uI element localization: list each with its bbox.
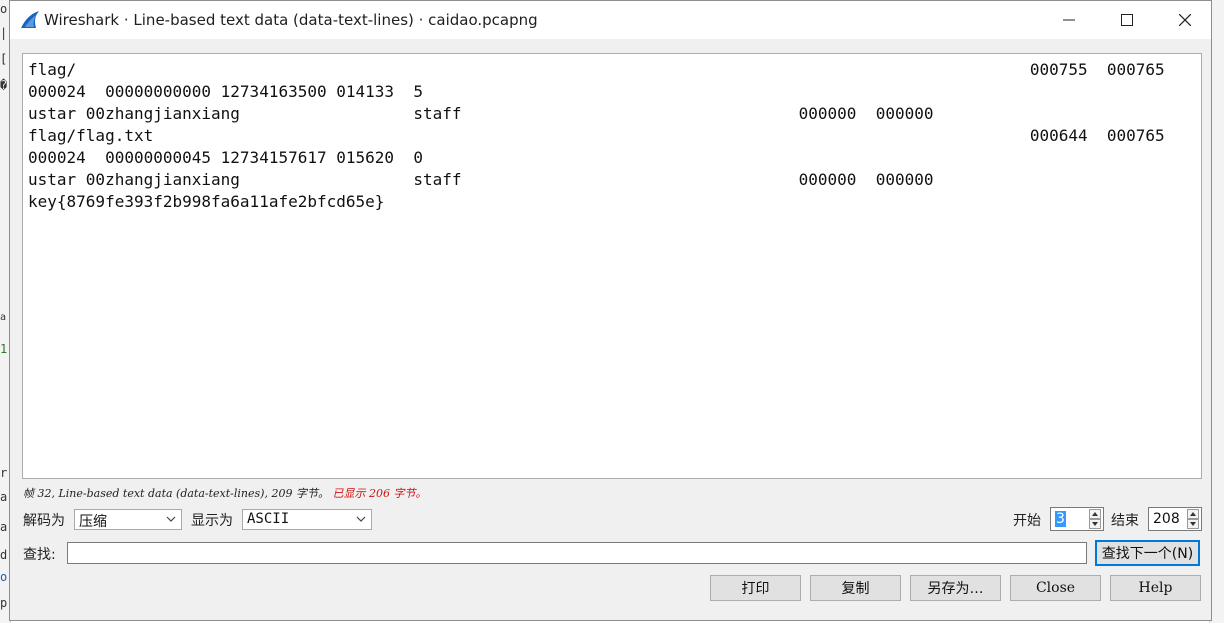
wireshark-fin-icon [21, 11, 39, 28]
start-spinbox[interactable]: 3 [1050, 507, 1104, 531]
find-next-button[interactable]: 查找下一个(N) [1095, 540, 1200, 566]
maximize-button[interactable] [1098, 1, 1156, 39]
window-title: Wireshark · Line-based text data (data-t… [44, 11, 538, 29]
help-button[interactable]: Help [1110, 575, 1201, 601]
close-button[interactable]: Close [1010, 575, 1101, 601]
end-increment-button[interactable] [1187, 509, 1199, 519]
arrow-down-icon [1190, 522, 1196, 526]
close-window-button[interactable] [1156, 1, 1214, 39]
end-spinbox[interactable]: 208 [1148, 507, 1202, 531]
minimize-icon [1063, 19, 1075, 21]
show-as-value: ASCII [247, 511, 290, 527]
status-line: 帧 32, Line-based text data (data-text-li… [23, 485, 426, 501]
find-input[interactable] [67, 542, 1087, 564]
status-shown-bytes: 已显示 206 字节。 [332, 487, 427, 500]
text-line: flag/ 000755 000765 [28, 60, 1165, 79]
text-line: ustar 00zhangjianxiang staff 000000 0000… [28, 104, 934, 123]
copy-button[interactable]: 复制 [810, 575, 901, 601]
decode-as-select[interactable]: 压缩 [74, 509, 182, 530]
end-value: 208 [1153, 511, 1180, 527]
end-label: 结束 [1111, 513, 1139, 529]
start-increment-button[interactable] [1089, 509, 1101, 519]
chevron-down-icon [166, 516, 176, 522]
close-icon [1179, 14, 1191, 26]
start-label: 开始 [1013, 513, 1041, 529]
start-decrement-button[interactable] [1089, 519, 1101, 529]
title-bar: Wireshark · Line-based text data (data-t… [10, 1, 1211, 39]
text-data-view[interactable]: flag/ 000755 000765 000024 00000000000 1… [22, 53, 1202, 479]
arrow-down-icon [1092, 522, 1098, 526]
text-line: ustar 00zhangjianxiang staff 000000 0000… [28, 170, 934, 189]
show-as-label: 显示为 [191, 513, 233, 529]
arrow-up-icon [1190, 512, 1196, 516]
print-button[interactable]: 打印 [710, 575, 801, 601]
decode-as-label: 解码为 [23, 513, 65, 529]
show-as-select[interactable]: ASCII [242, 509, 372, 530]
text-line: 000024 00000000000 12734163500 014133 5 [28, 82, 423, 101]
start-value: 3 [1055, 511, 1066, 527]
save-as-button[interactable]: 另存为… [910, 575, 1001, 601]
arrow-up-icon [1092, 512, 1098, 516]
packet-bytes-dialog: Wireshark · Line-based text data (data-t… [9, 0, 1212, 621]
maximize-icon [1121, 14, 1133, 26]
text-line: key{8769fe393f2b998fa6a11afe2bfcd65e} [28, 192, 385, 211]
decode-as-value: 压缩 [79, 514, 107, 530]
end-decrement-button[interactable] [1187, 519, 1199, 529]
text-line: flag/flag.txt 000644 000765 [28, 126, 1165, 145]
text-line: 000024 00000000045 12734157617 015620 0 [28, 148, 423, 167]
status-main: 帧 32, Line-based text data (data-text-li… [23, 487, 329, 500]
chevron-down-icon [356, 516, 366, 522]
find-label: 查找: [23, 547, 56, 563]
minimize-button[interactable] [1040, 1, 1098, 39]
